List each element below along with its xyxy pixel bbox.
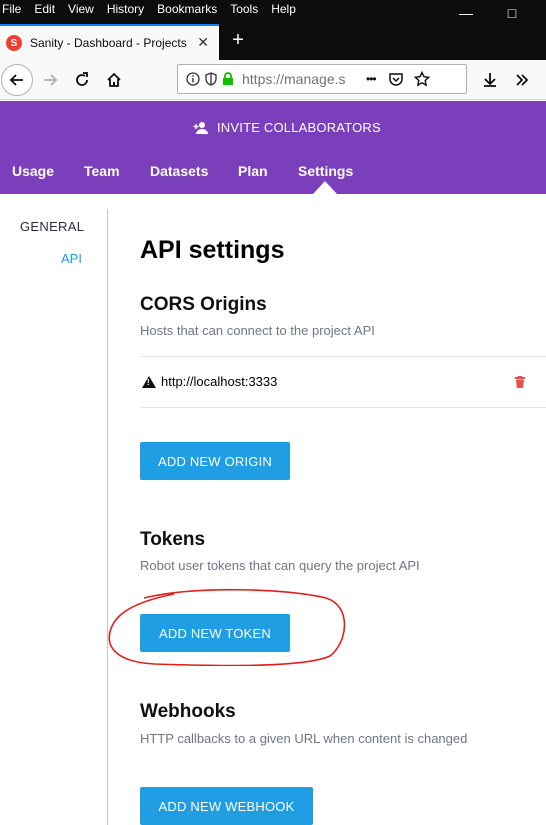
chevron-double-right-icon: [516, 74, 529, 86]
url-text[interactable]: https://manage.s: [242, 71, 352, 87]
webhooks-heading: Webhooks: [140, 701, 236, 722]
tab-title: Sanity - Dashboard - Projects: [30, 36, 187, 50]
reload-icon: [76, 72, 88, 86]
invite-label: INVITE COLLABORATORS: [217, 120, 381, 135]
navigation-bar: https://manage.s •••: [0, 60, 546, 100]
menu-tools[interactable]: Tools: [230, 2, 258, 16]
pocket-icon[interactable]: [388, 71, 404, 87]
invite-collaborators-button[interactable]: INVITE COLLABORATORS: [193, 120, 381, 135]
url-bar[interactable]: https://manage.s •••: [177, 64, 467, 94]
sidenav-item-api[interactable]: API: [61, 251, 82, 266]
add-person-icon: [193, 121, 208, 134]
annotation-circle: [108, 588, 346, 666]
divider: [140, 356, 546, 357]
project-header: INVITE COLLABORATORS Usage Team Datasets…: [0, 101, 546, 194]
home-button[interactable]: [100, 66, 128, 94]
overflow-menu-button[interactable]: [508, 66, 536, 94]
downloads-button[interactable]: [476, 66, 504, 94]
reload-button[interactable]: [68, 66, 96, 94]
active-tab-indicator: [313, 181, 337, 194]
menu-help[interactable]: Help: [271, 2, 296, 16]
sidenav-item-general[interactable]: GENERAL: [20, 219, 84, 234]
forward-button[interactable]: [36, 66, 64, 94]
menu-edit[interactable]: Edit: [34, 2, 55, 16]
arrow-left-icon: [9, 74, 23, 86]
info-icon[interactable]: [186, 72, 200, 86]
page-actions-icon[interactable]: •••: [366, 72, 377, 86]
tracking-shield-icon[interactable]: [205, 72, 217, 86]
tokens-heading: Tokens: [140, 529, 206, 550]
download-icon: [484, 73, 496, 87]
cors-heading: CORS Origins: [140, 294, 267, 315]
page-title: API settings: [140, 236, 285, 264]
maximize-button[interactable]: □: [492, 0, 532, 26]
menu-bookmarks[interactable]: Bookmarks: [157, 2, 217, 16]
arrow-right-icon: [44, 74, 58, 86]
tab-usage[interactable]: Usage: [12, 163, 54, 179]
close-tab-icon[interactable]: ✕: [197, 34, 209, 51]
delete-origin-icon[interactable]: [515, 376, 525, 388]
warning-icon: [142, 375, 156, 388]
cors-description: Hosts that can connect to the project AP…: [140, 323, 375, 338]
tab-team[interactable]: Team: [84, 163, 120, 179]
bookmark-star-icon[interactable]: [413, 71, 430, 87]
webhooks-description: HTTP callbacks to a given URL when conte…: [140, 731, 468, 746]
new-tab-button[interactable]: +: [226, 28, 250, 52]
home-icon: [107, 72, 121, 87]
add-new-webhook-button[interactable]: ADD NEW WEBHOOK: [140, 787, 313, 825]
cors-origin-row: http://localhost:3333: [142, 374, 277, 389]
sidenav-divider: [107, 209, 108, 825]
sanity-favicon-icon: S: [6, 35, 22, 51]
tokens-description: Robot user tokens that can query the pro…: [140, 558, 420, 573]
divider: [140, 407, 546, 408]
tab-datasets[interactable]: Datasets: [150, 163, 208, 179]
lock-icon[interactable]: [222, 72, 234, 86]
minimize-button[interactable]: —: [446, 0, 486, 26]
origin-url: http://localhost:3333: [161, 374, 278, 389]
add-new-origin-button[interactable]: ADD NEW ORIGIN: [140, 442, 290, 480]
browser-tab[interactable]: S Sanity - Dashboard - Projects ✕: [0, 24, 219, 60]
tab-settings[interactable]: Settings: [298, 163, 353, 179]
menu-file[interactable]: File: [2, 2, 21, 16]
menu-view[interactable]: View: [68, 2, 94, 16]
menu-history[interactable]: History: [107, 2, 144, 16]
back-button[interactable]: [1, 64, 33, 96]
tab-plan[interactable]: Plan: [238, 163, 268, 179]
